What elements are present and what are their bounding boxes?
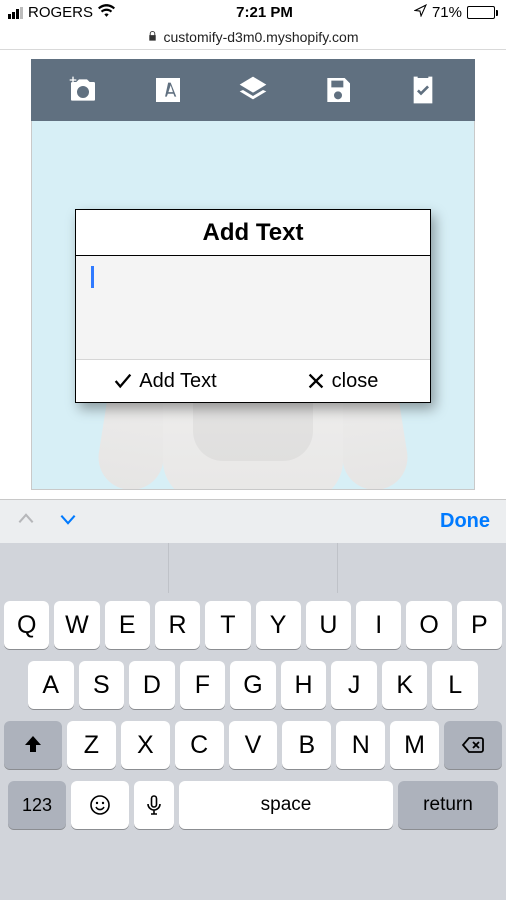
key-c[interactable]: C <box>175 721 224 769</box>
predict-slot[interactable] <box>169 543 338 593</box>
key-n[interactable]: N <box>336 721 385 769</box>
ios-keyboard: Q W E R T Y U I O P A S D F G H J K L Z <box>0 543 506 900</box>
layers-icon[interactable] <box>235 72 271 108</box>
predict-slot[interactable] <box>338 543 506 593</box>
battery-pct: 71% <box>432 4 462 21</box>
text-cursor <box>91 266 94 288</box>
status-bar: ROGERS 7:21 PM 71% <box>0 0 506 24</box>
status-time: 7:21 PM <box>236 4 293 21</box>
dictation-key[interactable] <box>134 781 174 829</box>
key-b[interactable]: B <box>282 721 331 769</box>
add-text-modal: Add Text Add Text close <box>75 209 431 403</box>
key-row-bottom: 123 space return <box>4 781 502 829</box>
designer-toolbar <box>31 59 475 121</box>
next-field-arrow-icon[interactable] <box>58 509 78 534</box>
key-z[interactable]: Z <box>67 721 116 769</box>
key-row-2: A S D F G H J K L <box>4 661 502 709</box>
space-key[interactable]: space <box>179 781 393 829</box>
backspace-key[interactable] <box>444 721 502 769</box>
emoji-key[interactable] <box>71 781 129 829</box>
key-g[interactable]: G <box>230 661 276 709</box>
key-a[interactable]: A <box>28 661 74 709</box>
url-bar[interactable]: customify-d3m0.myshopify.com <box>0 24 506 50</box>
confirm-label: Add Text <box>139 370 216 393</box>
signal-bars-icon <box>8 7 23 19</box>
key-x[interactable]: X <box>121 721 170 769</box>
key-l[interactable]: L <box>432 661 478 709</box>
text-icon[interactable] <box>150 72 186 108</box>
status-left: ROGERS <box>8 4 115 21</box>
key-y[interactable]: Y <box>256 601 301 649</box>
predict-slot[interactable] <box>0 543 169 593</box>
numbers-key[interactable]: 123 <box>8 781 66 829</box>
key-row-3: Z X C V B N M <box>4 721 502 769</box>
key-t[interactable]: T <box>205 601 250 649</box>
status-right: 71% <box>414 4 498 21</box>
keyboard-accessory-bar: Done <box>0 499 506 543</box>
keyboard-done-button[interactable]: Done <box>440 510 490 533</box>
key-row-1: Q W E R T Y U I O P <box>4 601 502 649</box>
modal-title: Add Text <box>76 210 430 256</box>
url-host: customify-d3m0.myshopify.com <box>163 29 358 45</box>
close-modal-button[interactable]: close <box>253 360 430 402</box>
save-icon[interactable] <box>320 72 356 108</box>
key-i[interactable]: I <box>356 601 401 649</box>
page-content: Add Text Add Text close <box>0 59 506 499</box>
prev-field-arrow-icon[interactable] <box>16 509 36 534</box>
key-f[interactable]: F <box>180 661 226 709</box>
key-j[interactable]: J <box>331 661 377 709</box>
location-icon <box>414 4 427 21</box>
key-k[interactable]: K <box>382 661 428 709</box>
lock-icon <box>147 29 158 45</box>
key-s[interactable]: S <box>79 661 125 709</box>
approve-icon[interactable] <box>405 72 441 108</box>
wifi-icon <box>98 4 115 21</box>
confirm-add-text-button[interactable]: Add Text <box>76 360 253 402</box>
shift-key[interactable] <box>4 721 62 769</box>
predictive-bar <box>0 543 506 593</box>
modal-actions: Add Text close <box>76 360 430 402</box>
key-u[interactable]: U <box>306 601 351 649</box>
key-q[interactable]: Q <box>4 601 49 649</box>
add-photo-icon[interactable] <box>65 72 101 108</box>
battery-icon <box>467 6 498 19</box>
return-key[interactable]: return <box>398 781 498 829</box>
key-h[interactable]: H <box>281 661 327 709</box>
key-p[interactable]: P <box>457 601 502 649</box>
key-d[interactable]: D <box>129 661 175 709</box>
key-e[interactable]: E <box>105 601 150 649</box>
close-label: close <box>332 370 379 393</box>
key-w[interactable]: W <box>54 601 99 649</box>
key-m[interactable]: M <box>390 721 439 769</box>
carrier-label: ROGERS <box>28 4 93 21</box>
key-v[interactable]: V <box>229 721 278 769</box>
key-r[interactable]: R <box>155 601 200 649</box>
key-o[interactable]: O <box>406 601 451 649</box>
text-input-area[interactable] <box>76 256 430 360</box>
